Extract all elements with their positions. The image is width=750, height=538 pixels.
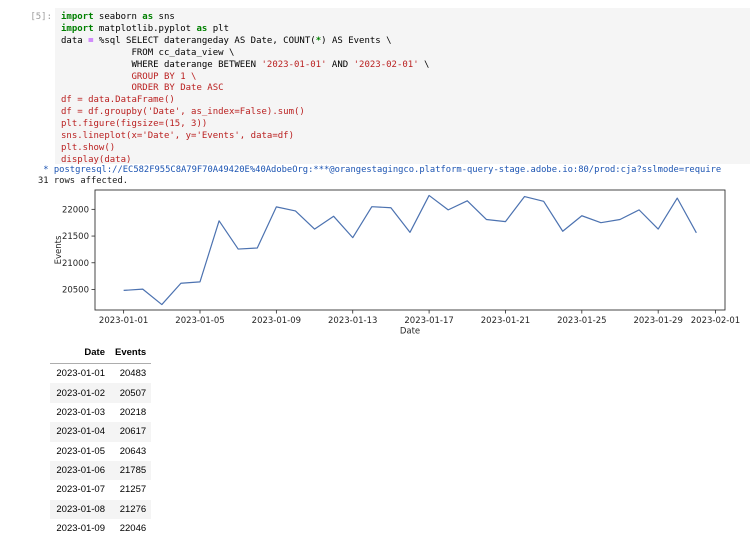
table-cell: 2023-01-03 — [56, 406, 105, 418]
table-row: 2023-01-02 20507 — [50, 383, 152, 403]
table-cell: 21785 — [119, 465, 147, 477]
table-cell: 2023-01-09 — [56, 523, 105, 535]
code-line: WHERE daterange BETWEEN '2023-01-01' AND… — [61, 59, 430, 70]
table-cell: 20218 — [119, 406, 147, 418]
y-tick-label: 21000 — [62, 259, 89, 269]
table-row: 2023-01-03 20218 — [50, 403, 151, 422]
table-cell: 21257 — [119, 484, 147, 496]
y-axis-title: Events — [54, 235, 64, 264]
code-line: plt.show() — [61, 142, 116, 153]
y-tick-label: 22000 — [62, 205, 89, 215]
x-tick-label: 2023-01-25 — [557, 316, 606, 326]
x-axis-title: Date — [400, 327, 420, 337]
table-cell: 2023-01-07 — [56, 484, 105, 496]
plot-border — [94, 189, 726, 311]
table-cell: 21276 — [119, 503, 147, 515]
table-cell: 2023-01-01 — [56, 368, 105, 380]
x-tick-label: 2023-02-01 — [691, 316, 740, 326]
code-line: sns.lineplot(x='Date', y='Events', data=… — [61, 131, 294, 142]
table-cell: 2023-01-05 — [56, 445, 105, 457]
table-cell: 2023-01-02 — [56, 387, 105, 399]
table-cell: 2023-01-04 — [56, 426, 105, 438]
code-line: FROM cc_data_view \ — [61, 47, 235, 58]
x-tick-label: 2023-01-09 — [252, 316, 301, 326]
code-line: ORDER BY Date ASC — [61, 83, 224, 94]
table-row: 2023-01-04 20617 — [50, 422, 152, 442]
events-line-chart: 20500 21000 21500 22000 2023-01-01 2023-01-05… — [54, 189, 740, 337]
column-header: Events — [110, 342, 152, 364]
code-editor[interactable]: import seaborn as sns import matplotlib.p… — [55, 8, 750, 167]
table-row: 2023-01-08 21276 — [50, 499, 152, 519]
sql-connection-line: * postgresql://EC582F955C8A79F70A49420E%… — [38, 165, 722, 175]
line-chart-figure: 20500 21000 21500 22000 2023-01-01 2023-01-05… — [48, 186, 748, 337]
y-tick-label: 21500 — [62, 232, 89, 242]
x-tick-label: 2023-01-21 — [481, 316, 530, 326]
table-cell: 2023-01-08 — [56, 503, 105, 515]
y-tick-label: 20500 — [62, 285, 89, 295]
table-cell: 2023-01-06 — [56, 465, 105, 477]
code-line: df = data.DataFrame() — [61, 95, 175, 106]
events-series-line — [123, 194, 697, 306]
table-cell: 20507 — [119, 387, 147, 399]
x-tick-label: 2023-01-05 — [175, 316, 224, 326]
table-row: 2023-01-07 21257 — [50, 480, 151, 499]
table-row: 2023-01-01 20483 — [50, 364, 151, 384]
result-table: Date Events 2023-01-01 20483 2023-01-02 2050… — [50, 342, 152, 538]
code-line: import matplotlib.pyplot as plt — [61, 23, 229, 34]
code-line: GROUP BY 1 \ — [61, 71, 197, 82]
execution-count: [5]: — [30, 12, 52, 22]
table-cell: 20483 — [119, 368, 147, 380]
table-cell: 20643 — [119, 445, 147, 457]
table-row: 2023-01-09 22046 — [50, 519, 151, 538]
code-line: import seaborn as sns — [61, 12, 175, 22]
table-cell: 20617 — [119, 426, 147, 438]
code-line: plt.figure(figsize=(15, 3)) — [61, 119, 208, 130]
code-line: data = %sql SELECT daterangeday AS Date,… — [61, 35, 392, 46]
table-cell: 22046 — [119, 523, 147, 535]
x-tick-label: 2023-01-17 — [404, 316, 453, 326]
code-line: df = df.groupby('Date', as_index=False).… — [61, 107, 305, 118]
code-cell[interactable]: import seaborn as sns import matplotlib.p… — [55, 8, 750, 167]
x-tick-label: 2023-01-29 — [633, 316, 682, 326]
rows-affected-text: 31 rows affected. — [38, 176, 129, 186]
x-tick-label: 2023-01-01 — [99, 316, 148, 326]
x-tick-label: 2023-01-13 — [328, 316, 377, 326]
table-header-row: Date Events — [50, 342, 152, 364]
table-row: 2023-01-06 21785 — [50, 460, 152, 481]
table-row: 2023-01-05 20643 — [50, 442, 151, 461]
column-header: Date — [50, 342, 110, 364]
